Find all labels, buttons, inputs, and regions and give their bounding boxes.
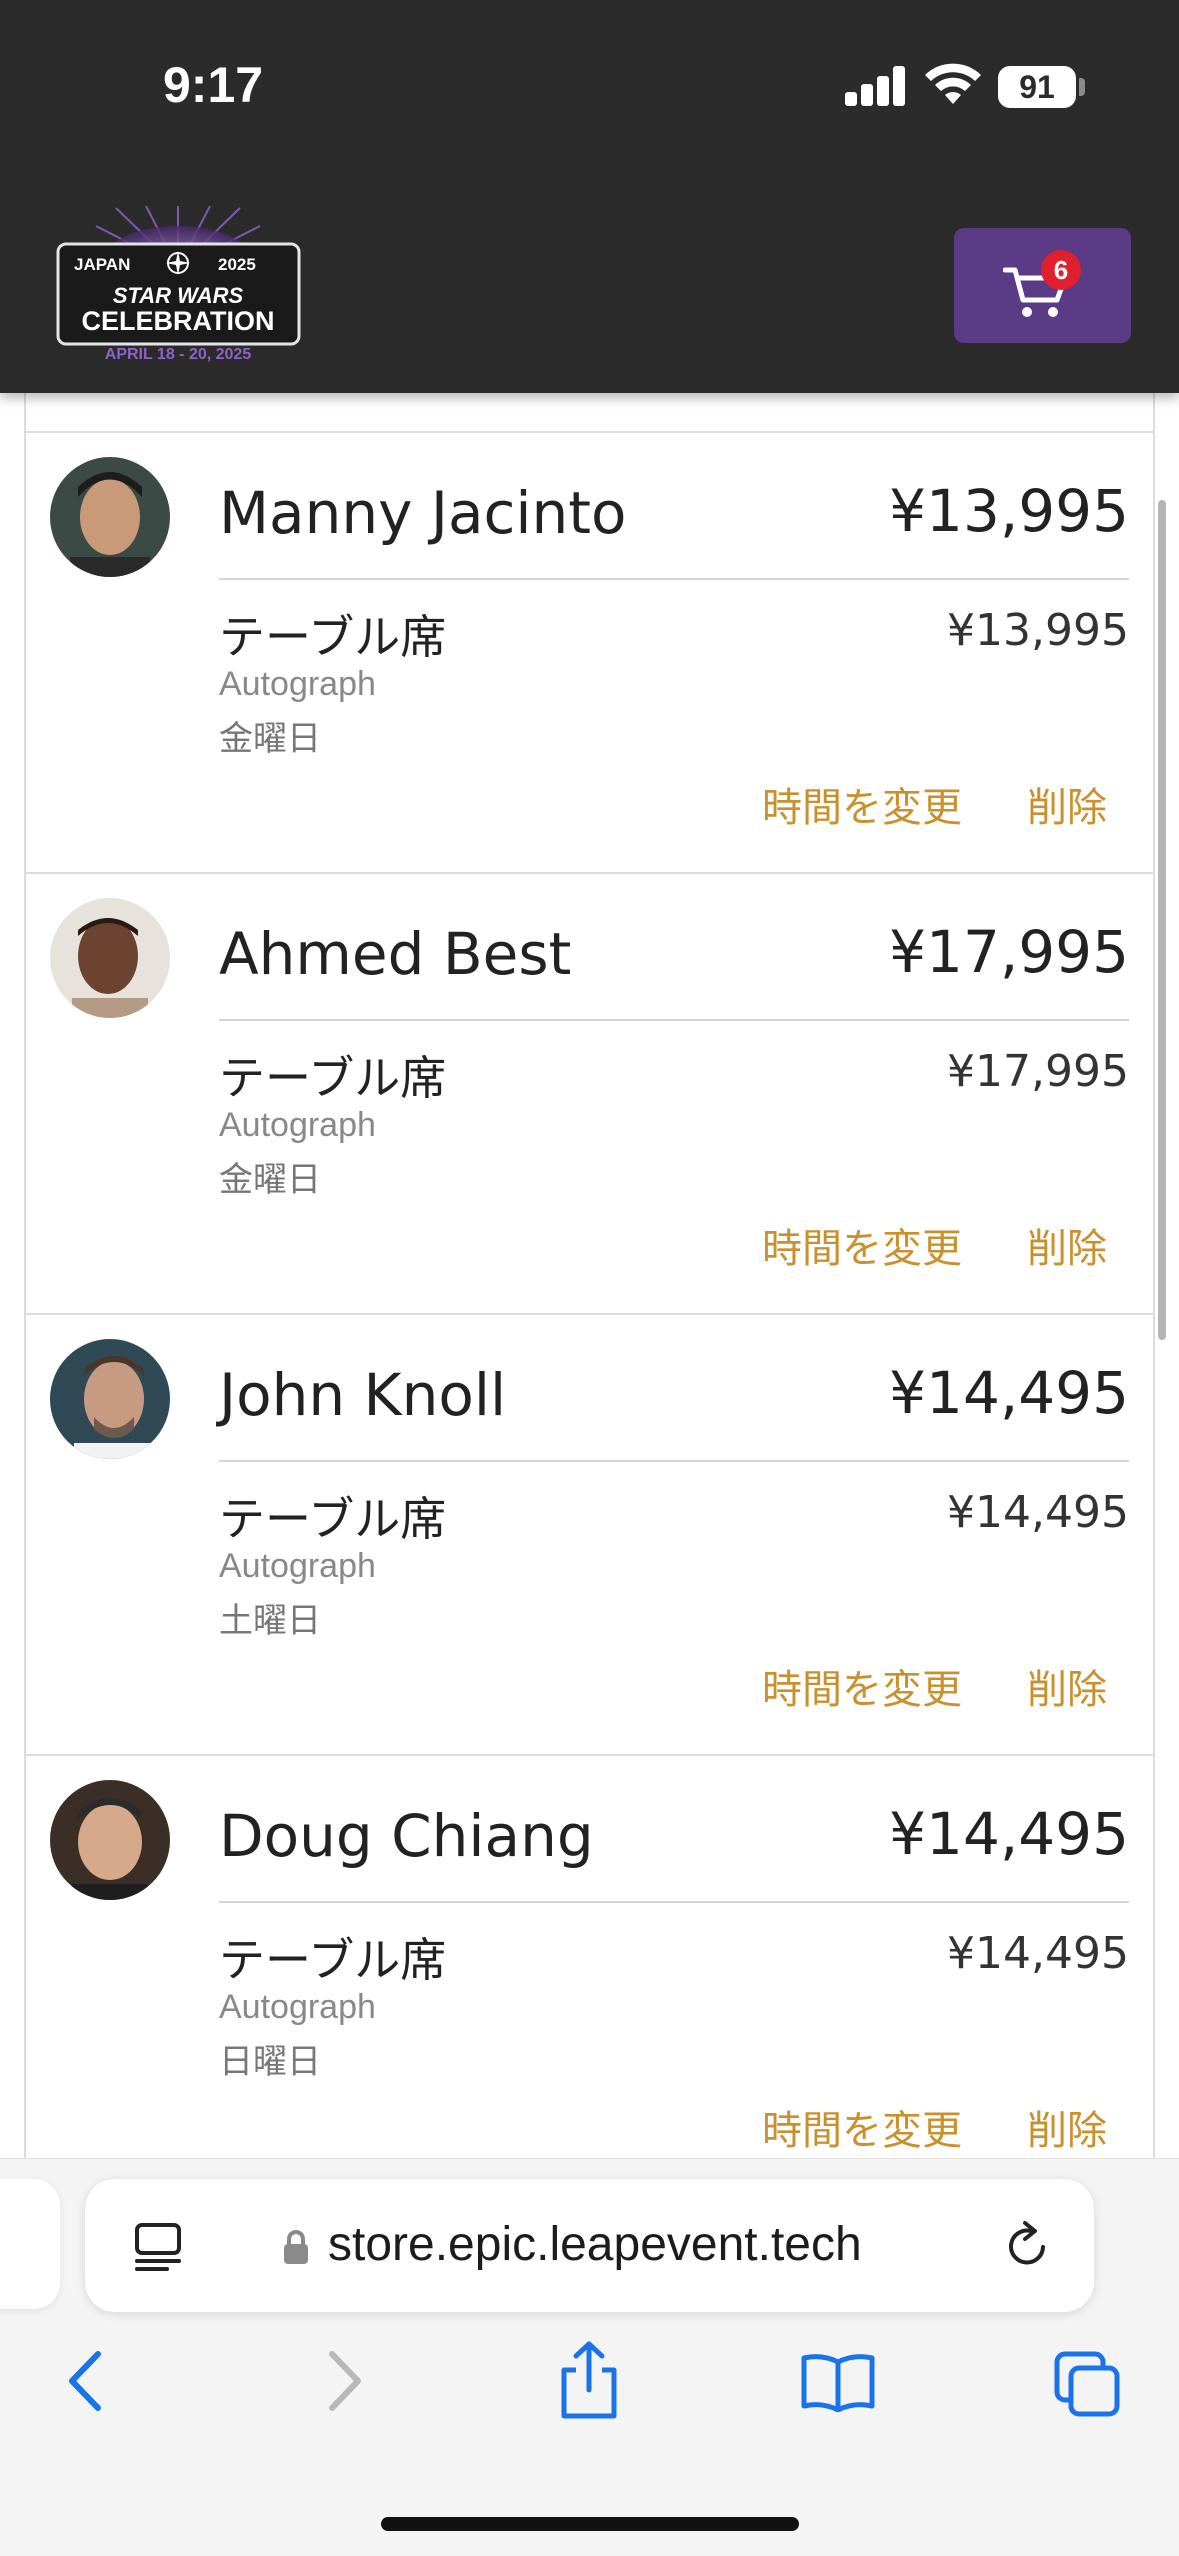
change-time-link[interactable]: 時間を変更 bbox=[762, 1216, 962, 1274]
forward-icon[interactable] bbox=[318, 2346, 368, 2416]
reader-icon[interactable] bbox=[133, 2221, 183, 2271]
svg-text:STAR WARS: STAR WARS bbox=[113, 283, 244, 308]
ticket-price: ¥17,995 bbox=[947, 1046, 1129, 1097]
item-total-price: ¥13,995 bbox=[889, 477, 1129, 545]
ticket-day: 土曜日 bbox=[219, 1601, 321, 1641]
delete-link[interactable]: 削除 bbox=[1027, 775, 1107, 833]
celebrity-name: Doug Chiang bbox=[219, 1802, 594, 1870]
ticket-price: ¥13,995 bbox=[947, 605, 1129, 656]
ticket-type: テーブル席 bbox=[219, 1492, 447, 1546]
app-header: 9:17 91 JAPAN 2025 STAR WARS CELEBRATION… bbox=[0, 0, 1179, 393]
svg-text:2025: 2025 bbox=[218, 255, 256, 274]
cart-item: John Knoll ¥14,495 テーブル席 ¥14,495 Autogra… bbox=[26, 1315, 1153, 1756]
item-total-price: ¥14,495 bbox=[889, 1359, 1129, 1427]
svg-text:CELEBRATION: CELEBRATION bbox=[82, 306, 275, 336]
battery-indicator: 91 bbox=[998, 66, 1076, 108]
divider bbox=[219, 578, 1129, 580]
ticket-price: ¥14,495 bbox=[947, 1928, 1129, 1979]
ticket-type: テーブル席 bbox=[219, 610, 447, 664]
battery-tip bbox=[1079, 78, 1085, 96]
ticket-type: テーブル席 bbox=[219, 1051, 447, 1105]
item-total-price: ¥14,495 bbox=[889, 1800, 1129, 1868]
avatar bbox=[50, 1780, 170, 1900]
previous-item-edge bbox=[26, 393, 1153, 433]
delete-link[interactable]: 削除 bbox=[1027, 1216, 1107, 1274]
celebrity-name: Manny Jacinto bbox=[219, 479, 627, 547]
item-total-price: ¥17,995 bbox=[889, 918, 1129, 986]
avatar bbox=[50, 1339, 170, 1459]
star-wars-celebration-logo[interactable]: JAPAN 2025 STAR WARS CELEBRATION APRIL 1… bbox=[56, 206, 301, 364]
ticket-day: 金曜日 bbox=[219, 719, 321, 759]
divider bbox=[219, 1460, 1129, 1462]
status-time: 9:17 bbox=[163, 57, 264, 113]
ticket-day: 日曜日 bbox=[219, 2042, 321, 2082]
ticket-category: Autograph bbox=[219, 665, 376, 703]
change-time-link[interactable]: 時間を変更 bbox=[762, 2098, 962, 2156]
ticket-category: Autograph bbox=[219, 1106, 376, 1144]
home-indicator bbox=[381, 2517, 799, 2531]
divider bbox=[219, 1019, 1129, 1021]
svg-text:JAPAN: JAPAN bbox=[74, 255, 130, 274]
change-time-link[interactable]: 時間を変更 bbox=[762, 775, 962, 833]
previous-tab-preview[interactable] bbox=[0, 2179, 60, 2309]
cart-button[interactable]: 6 bbox=[954, 228, 1131, 343]
page-scrollbar[interactable] bbox=[1158, 500, 1166, 1340]
bookmarks-icon[interactable] bbox=[800, 2352, 876, 2412]
ticket-day: 金曜日 bbox=[219, 1160, 321, 1200]
ticket-type: テーブル席 bbox=[219, 1933, 447, 1987]
reload-icon[interactable] bbox=[1003, 2221, 1053, 2271]
ticket-category: Autograph bbox=[219, 1988, 376, 2026]
celebrity-name: Ahmed Best bbox=[219, 920, 572, 988]
ticket-category: Autograph bbox=[219, 1547, 376, 1585]
svg-text:APRIL 18 - 20, 2025: APRIL 18 - 20, 2025 bbox=[105, 346, 252, 363]
delete-link[interactable]: 削除 bbox=[1027, 1657, 1107, 1715]
change-time-link[interactable]: 時間を変更 bbox=[762, 1657, 962, 1715]
cart-item: Ahmed Best ¥17,995 テーブル席 ¥17,995 Autogra… bbox=[26, 874, 1153, 1315]
divider bbox=[219, 1901, 1129, 1903]
delete-link[interactable]: 削除 bbox=[1027, 2098, 1107, 2156]
address-bar[interactable]: store.epic.leapevent.tech bbox=[85, 2179, 1094, 2312]
cellular-signal-icon bbox=[845, 66, 907, 106]
share-icon[interactable] bbox=[556, 2340, 622, 2420]
ticket-price: ¥14,495 bbox=[947, 1487, 1129, 1538]
celebrity-name: John Knoll bbox=[219, 1361, 507, 1429]
url-text: store.epic.leapevent.tech bbox=[328, 2218, 862, 2271]
back-icon[interactable] bbox=[62, 2346, 112, 2416]
avatar bbox=[50, 457, 170, 577]
cart-item: Doug Chiang ¥14,495 テーブル席 ¥14,495 Autogr… bbox=[26, 1756, 1153, 2158]
lock-icon bbox=[284, 2230, 308, 2264]
tabs-icon[interactable] bbox=[1053, 2350, 1123, 2420]
cart-items-list: Manny Jacinto ¥13,995 テーブル席 ¥13,995 Auto… bbox=[24, 393, 1155, 2158]
avatar bbox=[50, 898, 170, 1018]
cart-count-badge: 6 bbox=[1041, 250, 1081, 290]
wifi-icon bbox=[925, 63, 981, 104]
cart-item: Manny Jacinto ¥13,995 テーブル席 ¥13,995 Auto… bbox=[26, 433, 1153, 874]
